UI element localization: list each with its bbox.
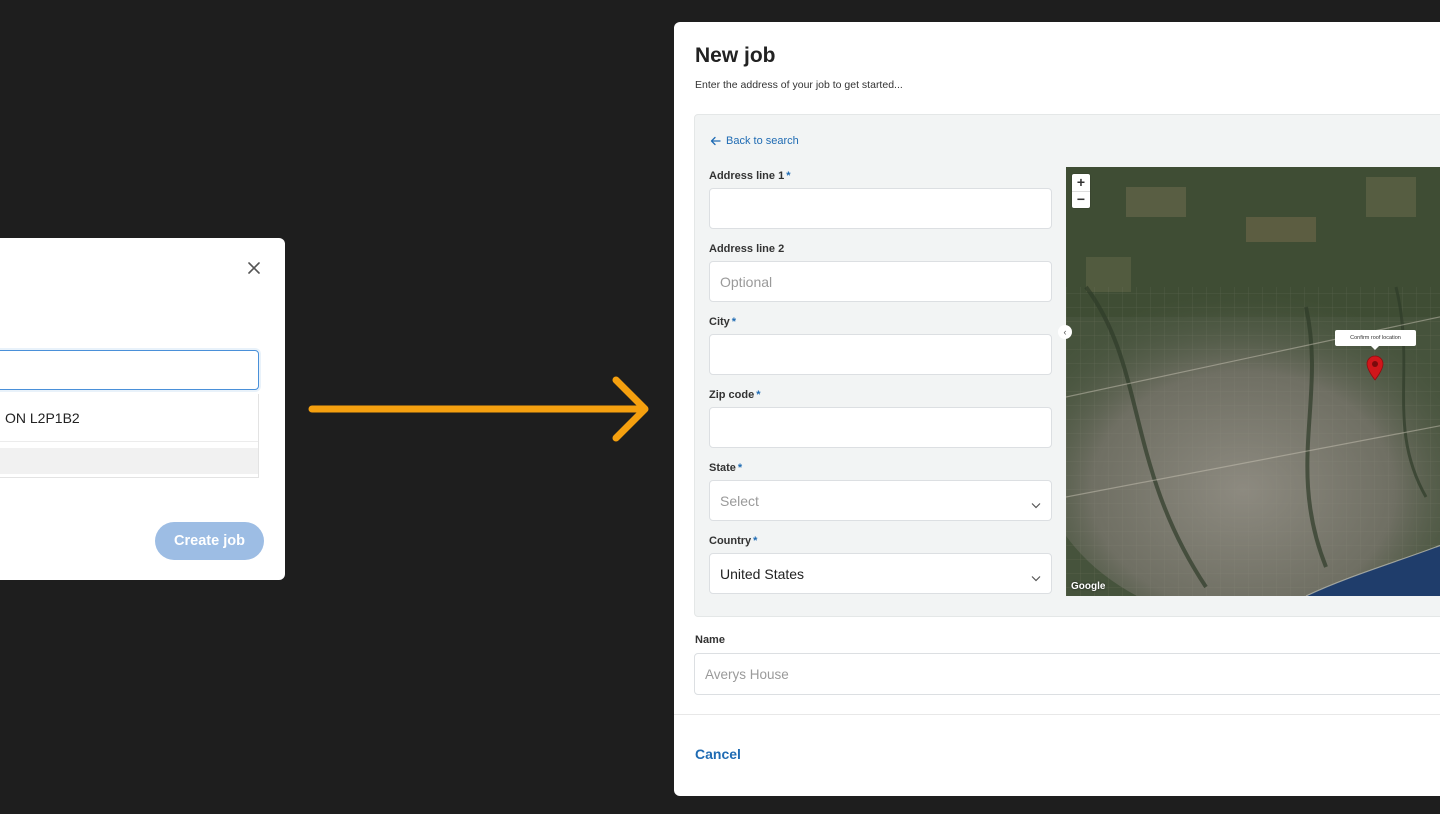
old-create-job-modal: ON L2P1B2 Create job (0, 238, 285, 580)
address-line-2-label: Address line 2 (709, 243, 784, 255)
state-select[interactable]: Select (709, 480, 1052, 521)
state-placeholder: Select (720, 492, 759, 509)
country-select[interactable]: United States (709, 553, 1052, 594)
country-label-text: Country (709, 535, 752, 547)
chevron-down-icon (1031, 496, 1041, 512)
zoom-out-button[interactable]: − (1072, 191, 1090, 208)
state-label-text: State (709, 462, 736, 474)
city-input[interactable] (709, 334, 1052, 375)
create-job-button[interactable]: Create job (155, 522, 264, 560)
map-tooltip: Confirm roof location (1335, 330, 1416, 346)
map-pin-icon[interactable] (1366, 355, 1384, 386)
required-marker: * (731, 316, 737, 328)
address-suggestion-label: ON L2P1B2 (5, 410, 80, 426)
cancel-button[interactable]: Cancel (695, 746, 741, 762)
address-suggestion-item[interactable]: ON L2P1B2 (0, 394, 258, 442)
required-marker: * (756, 389, 761, 401)
back-to-search-label: Back to search (726, 135, 799, 147)
address-panel: Back to search Address line 1 * Address l… (694, 114, 1440, 617)
page-subtitle: Enter the address of your job to get sta… (695, 79, 903, 91)
google-logo: Google (1071, 581, 1106, 592)
address-suggestion-item[interactable] (0, 448, 258, 474)
name-input[interactable]: Averys House (694, 653, 1440, 695)
create-job-button-label: Create job (174, 533, 245, 549)
new-job-modal: New job Enter the address of your job to… (674, 22, 1440, 796)
required-marker: * (737, 462, 743, 474)
map-zoom-controls: + − (1072, 174, 1090, 208)
country-value: United States (720, 565, 805, 582)
address-line-2-label-text: Address line 2 (709, 243, 785, 255)
footer-divider (674, 714, 1440, 715)
back-to-search-link[interactable]: Back to search (710, 135, 799, 147)
address-line-1-label-text: Address line 1 (709, 170, 785, 182)
arrow-left-icon (710, 136, 721, 146)
address-search-input[interactable] (0, 350, 259, 390)
close-icon[interactable] (246, 260, 262, 276)
state-label: State * (709, 462, 742, 474)
page-title: New job (695, 44, 776, 67)
address-line-1-label: Address line 1 * (709, 170, 790, 182)
address-line-2-input[interactable]: Optional (709, 261, 1052, 302)
city-label: City * (709, 316, 736, 328)
address-line-1-input[interactable] (709, 188, 1052, 229)
zip-code-label-text: Zip code (709, 389, 755, 401)
name-label: Name (695, 634, 725, 646)
zoom-in-button[interactable]: + (1072, 174, 1090, 192)
name-placeholder: Averys House (705, 666, 789, 682)
arrow-right-icon (308, 376, 649, 442)
country-label: Country * (709, 535, 757, 547)
city-label-text: City (709, 316, 730, 328)
zip-code-label: Zip code * (709, 389, 761, 401)
map-tooltip-tail (1370, 345, 1380, 350)
satellite-map[interactable]: + − Confirm roof location Google (1066, 167, 1440, 596)
chevron-down-icon (1031, 569, 1041, 585)
address-line-2-placeholder: Optional (720, 273, 773, 290)
address-suggestions-dropdown: ON L2P1B2 (0, 394, 259, 478)
required-marker: * (786, 170, 791, 182)
zip-code-input[interactable] (709, 407, 1052, 448)
required-marker: * (753, 535, 758, 547)
chevron-left-icon[interactable]: ‹ (1058, 325, 1072, 339)
